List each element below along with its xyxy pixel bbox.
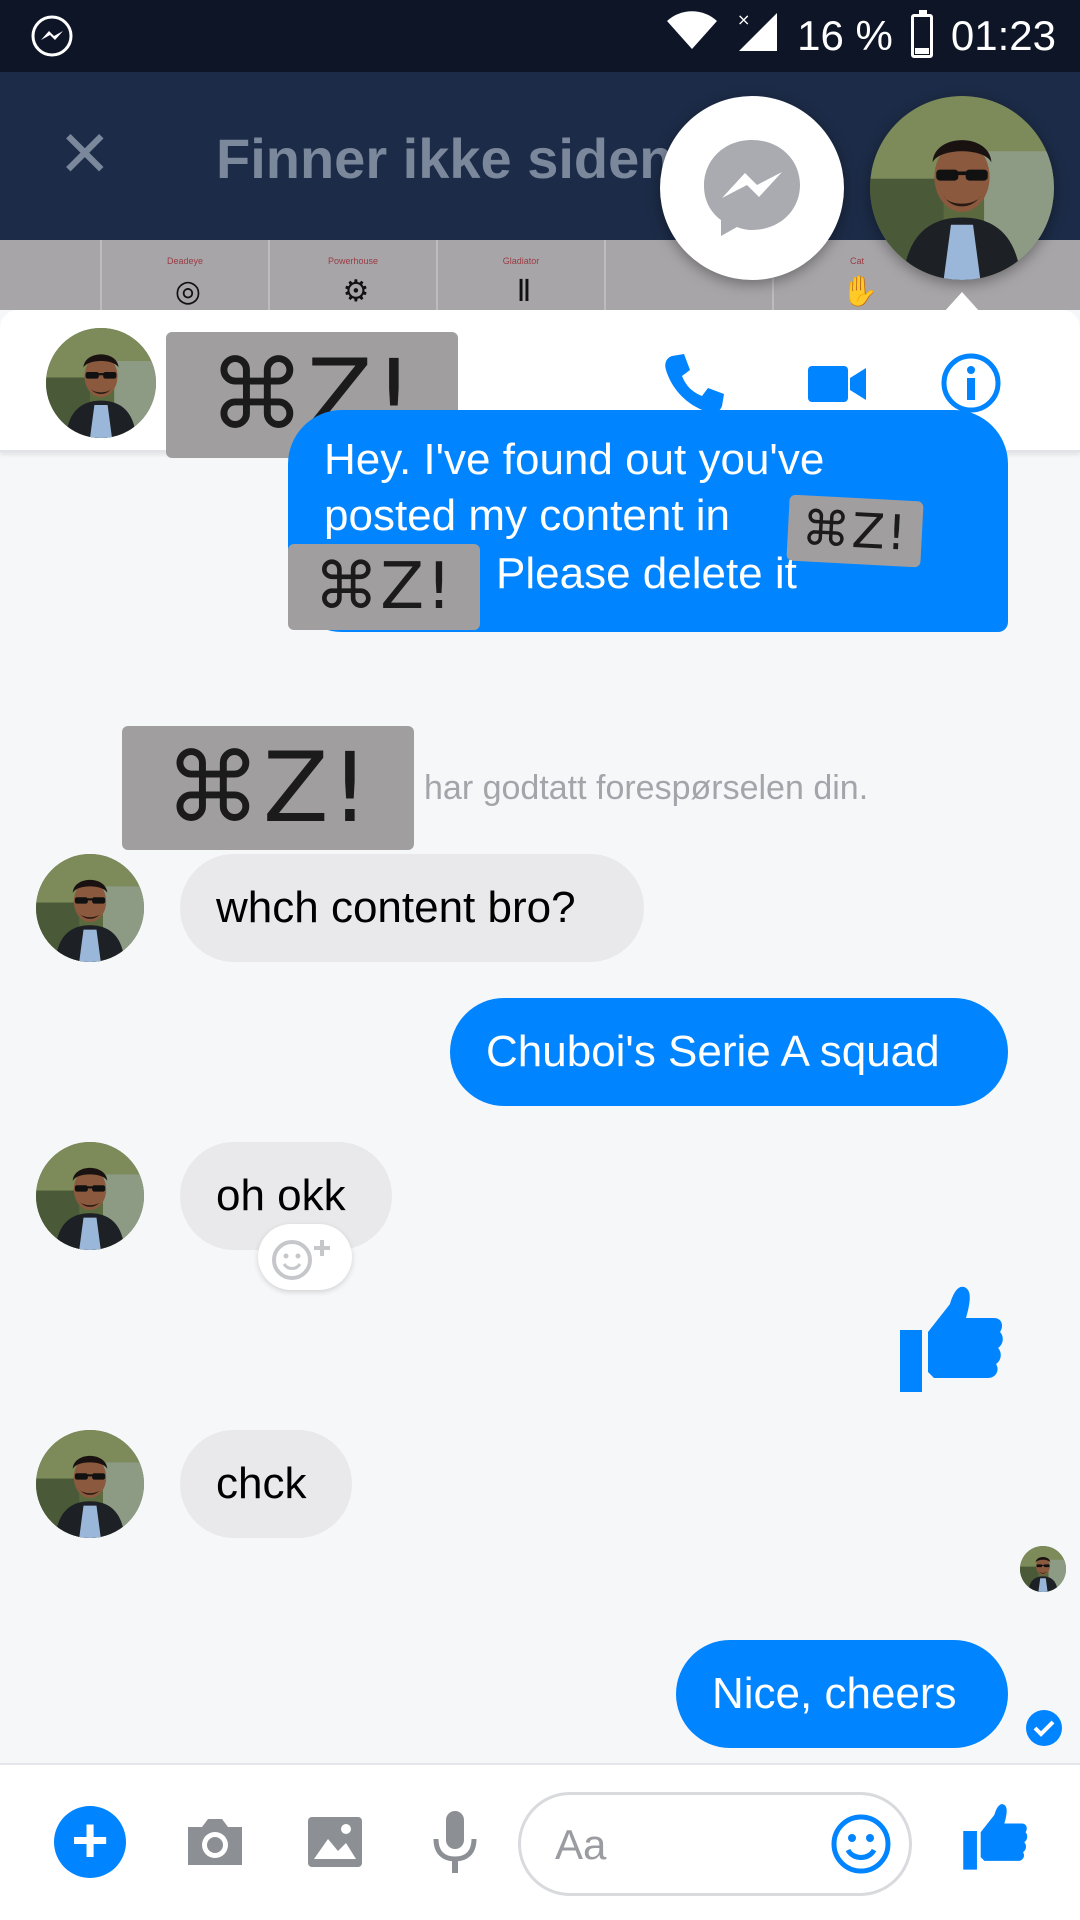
message-outgoing[interactable]: Chuboi's Serie A squad <box>450 998 1008 1106</box>
message-input[interactable] <box>555 1817 805 1873</box>
avatar[interactable] <box>36 854 144 962</box>
pillar-icon: Ⅱ <box>516 275 532 308</box>
messenger-chat-head[interactable] <box>660 96 844 280</box>
redacted-text: ⌘Z! <box>288 544 480 630</box>
background-page-title: Finner ikke siden <box>216 127 674 190</box>
hand-icon: ✋ <box>841 275 879 308</box>
chat-panel: ⌘Z! Hey. I've found out you've posted my… <box>0 310 1080 1920</box>
thumbs-up-icon[interactable] <box>962 1801 1028 1876</box>
status-bar: × 16 % 01:23 <box>0 0 1080 72</box>
video-camera-icon[interactable] <box>802 348 872 418</box>
wifi-icon <box>667 11 718 61</box>
message-incoming[interactable]: whch content bro? <box>180 854 644 962</box>
message-text: posted my content in <box>324 491 731 540</box>
close-icon[interactable]: ✕ <box>58 122 112 186</box>
plus-icon[interactable]: + <box>54 1806 126 1878</box>
message-text: Nice, cheers <box>712 1669 957 1718</box>
background-tile: Deadeye ◎ <box>100 240 268 310</box>
notice-text: har godtatt forespørselen din. <box>424 768 869 807</box>
background-tile: Powerhouse ⚙ <box>268 240 436 310</box>
message-text: Chuboi's Serie A squad <box>486 1027 940 1076</box>
avatar[interactable] <box>36 1430 144 1538</box>
add-reaction-button[interactable] <box>258 1224 352 1290</box>
avatar[interactable] <box>36 1142 144 1250</box>
message-text: Please delete it <box>496 549 797 598</box>
seen-avatar <box>1020 1546 1066 1592</box>
message-input-wrapper <box>518 1792 912 1896</box>
phone-icon[interactable] <box>658 348 728 418</box>
messenger-icon <box>704 140 800 236</box>
message-outgoing[interactable]: Hey. I've found out you've posted my con… <box>288 410 1008 632</box>
contact-photo <box>46 328 156 438</box>
battery-icon <box>910 10 933 58</box>
message-outgoing[interactable]: Nice, cheers <box>676 1640 1008 1748</box>
request-accepted-notice: ⌘Z! har godtatt forespørselen din. <box>122 726 868 850</box>
svg-text:×: × <box>737 10 750 29</box>
microphone-icon[interactable] <box>420 1807 490 1877</box>
contact-chat-head[interactable] <box>870 96 1054 280</box>
delivered-check-icon <box>1026 1710 1062 1746</box>
avatar[interactable] <box>46 328 156 438</box>
redacted-text: ⌘Z! <box>786 494 924 568</box>
target-icon: ◎ <box>174 275 202 308</box>
message-text: whch content bro? <box>216 883 576 932</box>
redacted-name: ⌘Z! <box>122 726 414 850</box>
thumbs-up-icon <box>900 1286 1003 1392</box>
emoji-icon[interactable] <box>827 1810 895 1883</box>
message-composer: + <box>0 1763 1080 1920</box>
chat-head-pointer <box>944 292 980 312</box>
thumbs-up-sticker[interactable] <box>898 1282 1004 1394</box>
info-icon[interactable] <box>936 348 1006 418</box>
contact-avatar <box>870 96 1054 280</box>
camera-icon[interactable] <box>180 1807 250 1877</box>
battery-percent: 16 % <box>797 12 893 59</box>
signal-icon: × <box>735 9 779 63</box>
message-text: oh okk <box>216 1171 346 1220</box>
message-text: Hey. I've found out you've <box>324 435 825 484</box>
background-tile: Gladiator Ⅱ <box>436 240 604 310</box>
message-incoming[interactable]: chck <box>180 1430 352 1538</box>
clock: 01:23 <box>950 12 1056 59</box>
status-indicators: × 16 % 01:23 <box>667 0 1056 72</box>
message-text: chck <box>216 1459 307 1508</box>
add-emoji-icon <box>272 1240 330 1280</box>
gear-head-icon: ⚙ <box>342 275 370 308</box>
image-icon[interactable] <box>300 1807 370 1877</box>
messenger-icon <box>30 14 74 58</box>
